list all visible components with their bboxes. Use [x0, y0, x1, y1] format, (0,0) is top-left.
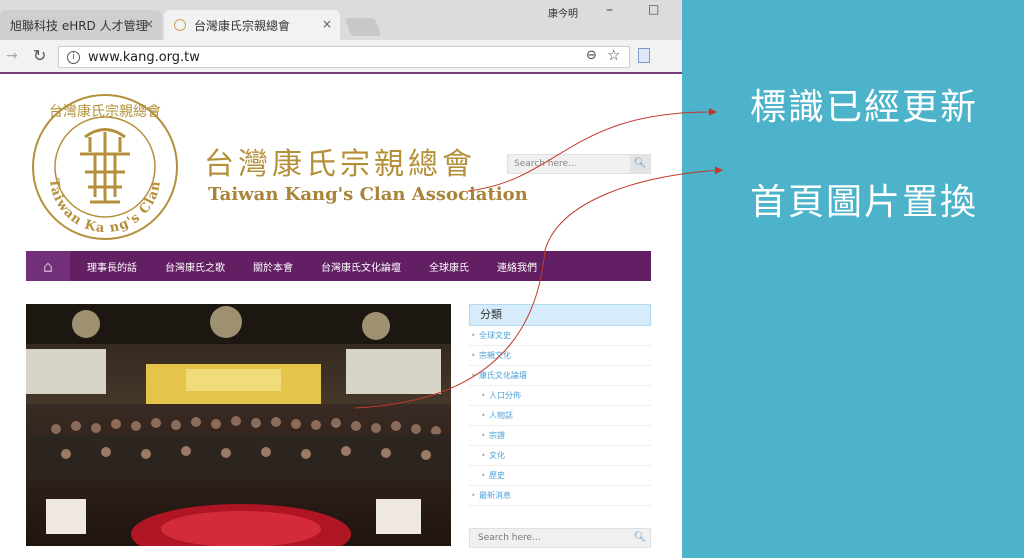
nav-item-about[interactable]: 關於本會 — [253, 259, 293, 274]
category-sublink[interactable]: 人口分佈 — [469, 386, 651, 406]
user-profile-badge[interactable]: 康今明 — [548, 5, 578, 20]
browser-tab-bar: 旭聯科技 eHRD 人才管理 × 台灣康氏宗親總會 × 康今明 – □ — [0, 0, 682, 40]
annotation-logo-updated: 標識已經更新 — [750, 87, 979, 128]
clan-seal-logo[interactable]: Taiwan Ka ng's Clan Association 台灣康氏宗親總會 — [30, 92, 180, 242]
category-link[interactable]: 全球文史 — [469, 326, 651, 346]
nav-item-global[interactable]: 全球康氏 — [429, 259, 469, 274]
nav-item-forum[interactable]: 台灣康氏文化論壇 — [321, 259, 401, 274]
zoom-icon[interactable]: ⊖ — [586, 48, 597, 63]
screenshot-stage: 旭聯科技 eHRD 人才管理 × 台灣康氏宗親總會 × 康今明 – □ → ↻ … — [0, 0, 1024, 558]
sidebar-search-input[interactable]: Search here... 🔍︎ — [469, 528, 651, 548]
minimize-button[interactable]: – — [606, 2, 613, 18]
group-photo-banner[interactable] — [26, 304, 451, 546]
category-sublink[interactable]: 人物誌 — [469, 406, 651, 426]
nav-item-chairman[interactable]: 理事長的話 — [87, 259, 137, 274]
bookmark-star-icon[interactable]: ☆ — [607, 46, 620, 64]
header-search-input[interactable]: Search here... 🔍︎ — [507, 154, 651, 174]
close-icon[interactable]: × — [322, 17, 332, 31]
category-sublink[interactable]: 宗譜 — [469, 426, 651, 446]
address-url: www.kang.org.tw — [88, 49, 200, 65]
search-icon[interactable]: 🔍︎ — [630, 155, 650, 173]
home-icon[interactable]: ⌂ — [26, 251, 70, 281]
tab-title: 台灣康氏宗親總會 — [194, 18, 291, 33]
nav-item-song[interactable]: 台灣康氏之歌 — [165, 259, 225, 274]
annotation-image-replaced: 首頁圖片置換 — [750, 182, 979, 223]
favicon-icon — [174, 19, 186, 31]
site-title-english[interactable]: Taiwan Kang's Clan Association — [208, 184, 528, 205]
category-sidebar: 分類 全球文史 宗親文化 康氏文化論壇 人口分佈 人物誌 宗譜 文化 歷史 最新… — [469, 304, 651, 506]
search-placeholder: Search here... — [478, 533, 541, 543]
browser-tab-kang[interactable]: 台灣康氏宗親總會 × — [164, 10, 340, 40]
search-icon[interactable]: 🔍︎ — [630, 529, 650, 547]
browser-toolbar: → ↻ i www.kang.org.tw ⊖ ☆ — [0, 40, 682, 74]
new-tab-button[interactable] — [344, 18, 382, 36]
category-link[interactable]: 宗親文化 — [469, 346, 651, 366]
web-page: Taiwan Ka ng's Clan Association 台灣康氏宗親總會… — [0, 76, 682, 558]
forward-arrow-icon[interactable]: → — [6, 48, 18, 64]
tab-title: 旭聯科技 eHRD 人才管理 — [10, 18, 148, 33]
address-bar[interactable]: i www.kang.org.tw — [58, 46, 630, 68]
search-placeholder: Search here... — [514, 159, 577, 169]
main-navigation: ⌂ 理事長的話 台灣康氏之歌 關於本會 台灣康氏文化論壇 全球康氏 連絡我們 — [26, 251, 651, 281]
extension-icon[interactable] — [638, 48, 650, 63]
nav-item-contact[interactable]: 連絡我們 — [497, 259, 537, 274]
site-title-chinese[interactable]: 台灣康氏宗親總會 — [204, 139, 476, 183]
category-link[interactable]: 最新消息 — [469, 486, 651, 506]
info-icon[interactable]: i — [67, 50, 80, 64]
reload-icon[interactable]: ↻ — [33, 46, 46, 65]
category-sublink[interactable]: 歷史 — [469, 466, 651, 486]
maximize-button[interactable]: □ — [648, 2, 659, 16]
category-heading: 分類 — [469, 304, 651, 326]
seal-top-text: 台灣康氏宗親總會 — [49, 103, 161, 120]
annotation-panel: 標識已經更新 首頁圖片置換 — [682, 0, 1024, 558]
category-link[interactable]: 康氏文化論壇 — [469, 366, 651, 386]
category-sublink[interactable]: 文化 — [469, 446, 651, 466]
close-icon[interactable]: × — [144, 17, 154, 31]
browser-tab-ehrd[interactable]: 旭聯科技 eHRD 人才管理 × — [0, 10, 162, 40]
